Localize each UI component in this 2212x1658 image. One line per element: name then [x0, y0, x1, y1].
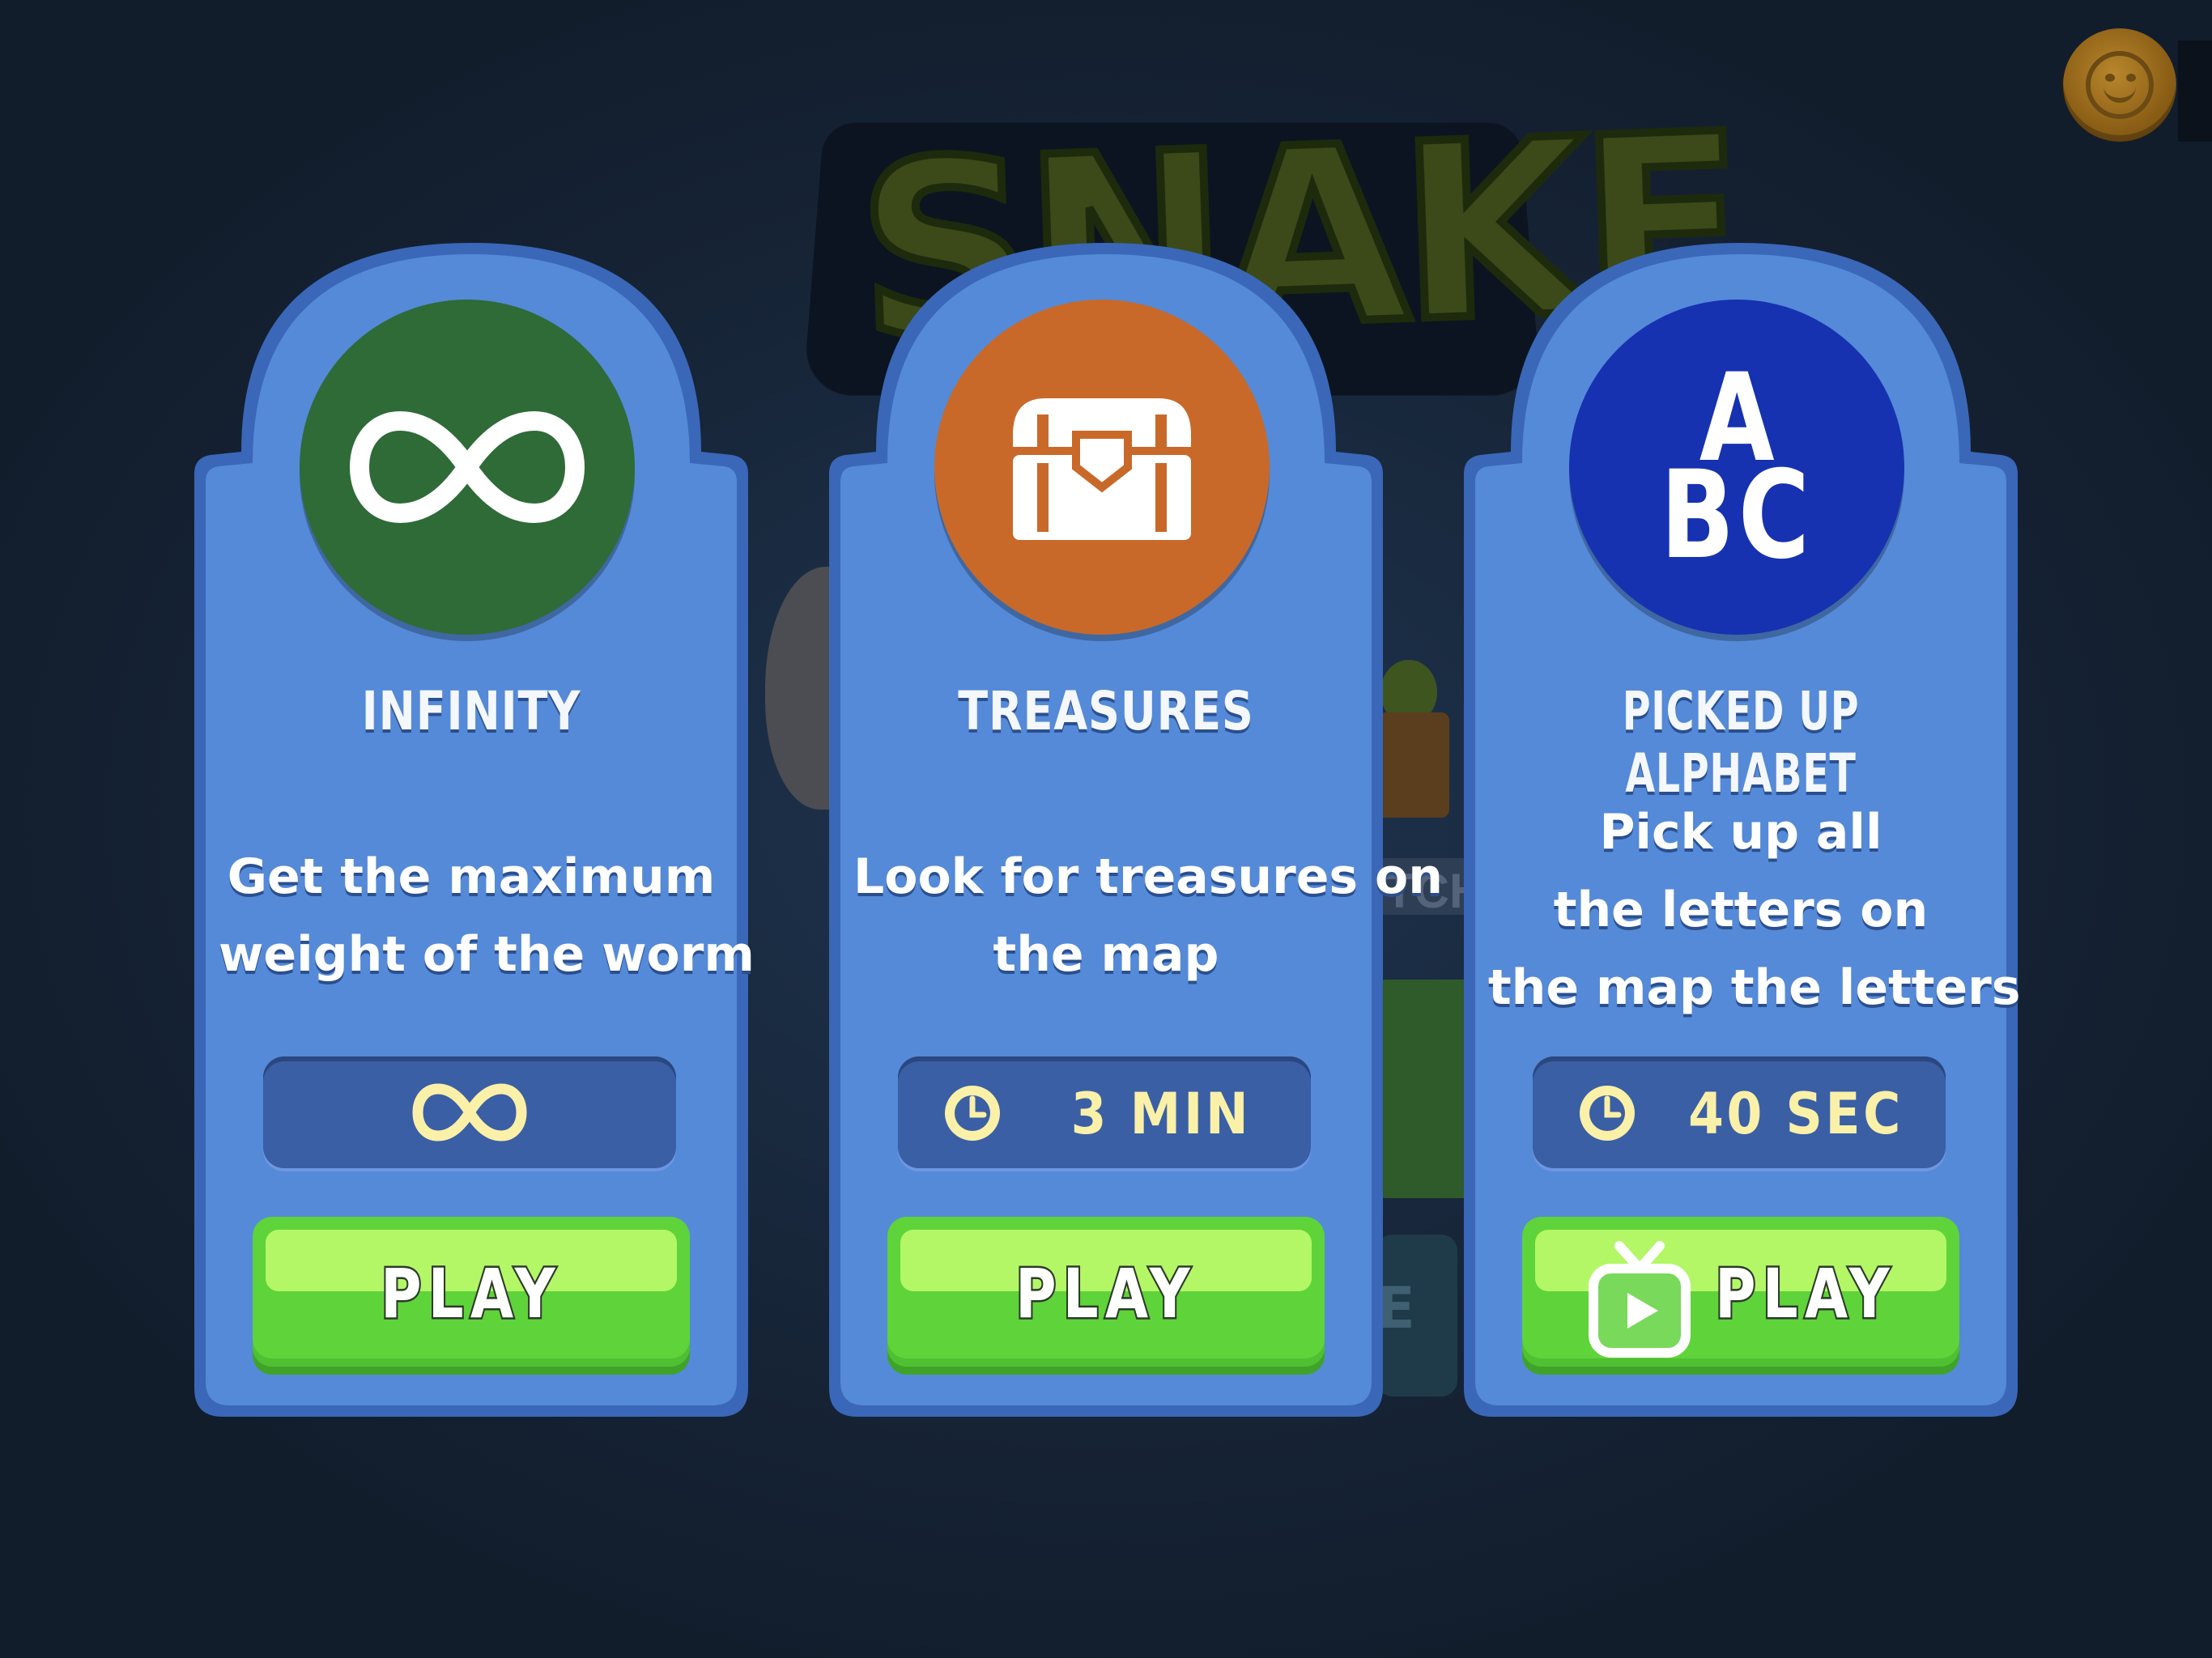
duration-box: 3 MIN: [898, 1056, 1311, 1168]
mode-description-line: the letters on: [1553, 882, 1929, 938]
play-button[interactable]: PLAY: [253, 1217, 690, 1367]
mode-title: TREASURES: [958, 680, 1254, 742]
play-button-label: PLAY: [1014, 1252, 1197, 1336]
mode-description-line: Look for treasures on: [853, 848, 1443, 905]
mode-description-line: Get the maximum: [227, 848, 716, 905]
coin-mouth: [2104, 87, 2136, 103]
mode-card-alphabet: A BC PICKED UP ALPHABET Pick up all the …: [1464, 243, 2021, 1417]
duration-box: [263, 1056, 676, 1168]
play-button-label: PLAY: [379, 1252, 562, 1336]
background-teal-button: E: [1376, 1235, 1457, 1397]
coin-face: [2086, 51, 2154, 119]
duration-box: 40 SEC: [1533, 1056, 1946, 1168]
duration-value: 3 MIN: [1070, 1081, 1252, 1147]
clock-icon: [1580, 1086, 1635, 1141]
mode-card-infinity: INFINITY Get the maximum weight of the w…: [194, 243, 755, 1417]
play-button[interactable]: PLAY: [887, 1217, 1325, 1367]
duration-value: 40 SEC: [1688, 1081, 1904, 1147]
mode-description: Pick up all the letters on the map the l…: [1488, 793, 2021, 1027]
abc-icon: A BC: [1641, 358, 1832, 586]
play-button[interactable]: PLAY: [1522, 1217, 1959, 1367]
mode-description-line: the map the letters: [1488, 959, 2021, 1016]
currency-panel: [2178, 40, 2212, 142]
mode-icon-circle: [300, 300, 635, 635]
mode-icon-circle: [934, 300, 1270, 635]
mode-description-line: the map: [993, 926, 1219, 983]
treasure-chest-icon: [1013, 398, 1191, 540]
coin-eye-left: [2105, 74, 2115, 82]
mode-description-line: Pick up all: [1599, 804, 1882, 861]
coin-eye-right: [2126, 74, 2136, 82]
mode-title: INFINITY: [361, 680, 581, 742]
clock-icon: [945, 1086, 1000, 1141]
coin-smiley-icon[interactable]: [2063, 28, 2176, 142]
mode-description: Look for treasures on the map: [853, 838, 1443, 993]
play-button-label: PLAY: [1713, 1252, 1896, 1336]
mode-description-line: weight of the worm: [219, 926, 755, 983]
mode-icon-circle: A BC: [1569, 300, 1904, 635]
background-character-body: [1376, 712, 1449, 818]
mode-card-treasures: TREASURES Look for treasures on the map …: [829, 243, 1443, 1417]
infinity-duration-icon: [412, 1083, 527, 1141]
mode-description: Get the maximum weight of the worm: [219, 838, 755, 993]
abc-letters-bc: BC: [1660, 445, 1814, 586]
infinity-icon: [350, 410, 585, 524]
mode-title: PICKED UP ALPHABET: [1622, 680, 1860, 805]
